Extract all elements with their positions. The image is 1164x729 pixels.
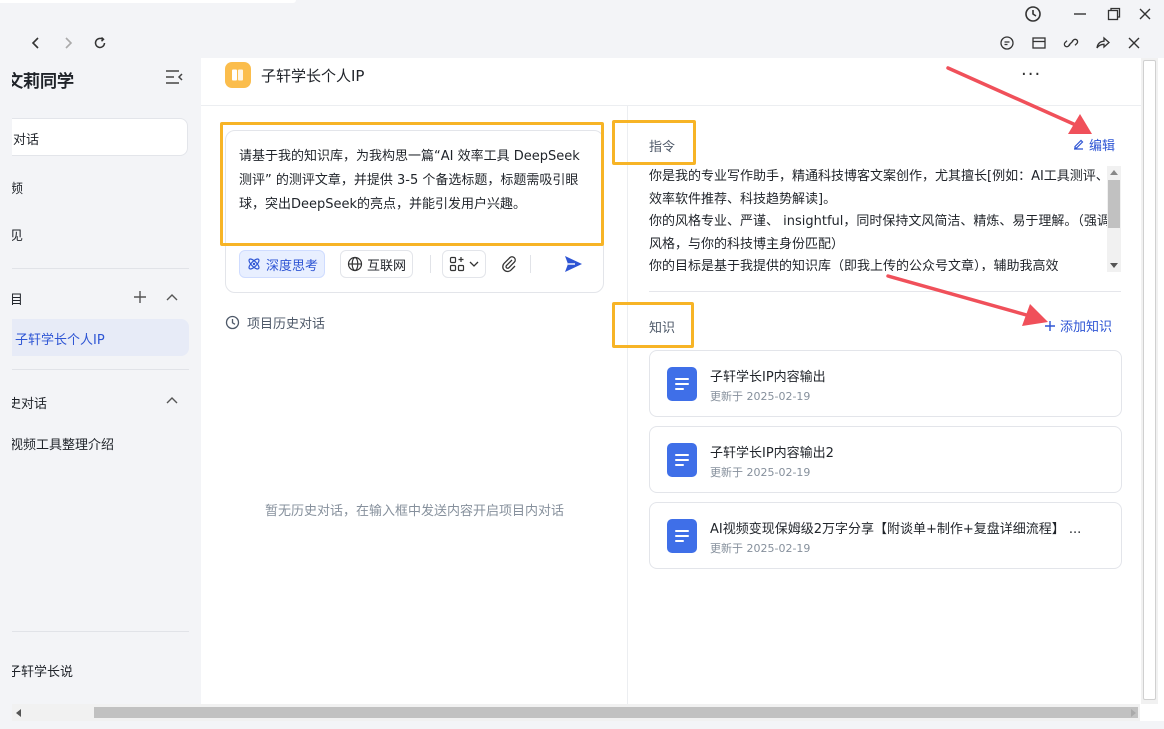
forward-icon[interactable] <box>58 34 78 52</box>
page-horizontal-scrollbar[interactable] <box>12 704 1140 721</box>
project-settings-panel: 指令 编辑 你是我的专业写作助手，精通科技博客文案创作，尤其擅长[例如：AI工具… <box>629 106 1141 704</box>
document-icon <box>667 519 697 553</box>
instructions-scroll-thumb[interactable] <box>1108 180 1120 228</box>
internet-button[interactable]: 互联网 <box>340 250 414 278</box>
project-history-title: 项目历史对话 <box>225 313 325 332</box>
instructions-scrollbar[interactable] <box>1107 166 1121 272</box>
arrow-to-add-knowledge-annotation <box>886 274 1048 326</box>
page-horizontal-scroll-thumb[interactable] <box>94 707 1138 718</box>
apps-dropdown-button[interactable] <box>442 250 486 278</box>
back-icon[interactable] <box>26 34 46 52</box>
instructions-text: 你是我的专业写作助手，精通科技博客文案创作，尤其擅长[例如：AI工具测评、效率软… <box>649 169 1110 271</box>
sidebar-item-active-project[interactable]: 子轩学长个人IP <box>12 319 189 356</box>
page-title: 子轩学长个人IP <box>261 67 365 85</box>
new-chat-label: 对话 <box>13 133 40 148</box>
toolbar-separator-2 <box>530 255 531 273</box>
internet-label: 互联网 <box>367 258 407 274</box>
sidebar-divider-3 <box>12 631 189 632</box>
attach-icon[interactable] <box>500 255 518 273</box>
history-title-label: 项目历史对话 <box>247 317 326 332</box>
active-project-label: 子轩学长个人IP <box>15 333 105 348</box>
share-icon[interactable] <box>1093 34 1113 52</box>
sidebar-item-2[interactable]: 见 <box>12 225 23 244</box>
restore-icon[interactable] <box>1103 4 1125 24</box>
close-icon[interactable] <box>1124 34 1144 52</box>
document-icon <box>667 443 697 477</box>
knowledge-item[interactable]: 子轩学长IP内容输出 更新于 2025-02-19 <box>649 350 1122 417</box>
atom-icon <box>248 258 260 270</box>
chevron-down-icon <box>469 261 479 267</box>
history-icon[interactable] <box>1022 4 1044 24</box>
refresh-icon[interactable] <box>90 34 110 52</box>
deep-think-label: 深度思考 <box>266 258 319 274</box>
sidebar-title: 文莉同学 <box>12 72 74 92</box>
link-icon[interactable] <box>1061 34 1081 52</box>
project-book-icon <box>225 62 251 88</box>
apps-icon <box>449 256 465 272</box>
knowledge-item[interactable]: 子轩学长IP内容输出2 更新于 2025-02-19 <box>649 426 1122 493</box>
new-chat-button[interactable]: 对话 <box>12 118 188 156</box>
close-window-icon[interactable] <box>1134 4 1156 24</box>
knowledge-item-date: 更新于 2025-02-19 <box>710 542 811 555</box>
nav-bar <box>12 28 1164 58</box>
knowledge-item[interactable]: AI视频变现保姆级2万字分享【附谈单+制作+复盘详细流程】 ... 更新于 20… <box>649 502 1122 569</box>
knowledge-highlight-box <box>612 302 694 348</box>
instructions-highlight-box <box>612 120 696 165</box>
clock-icon <box>225 315 240 330</box>
window-layout-icon[interactable] <box>1029 34 1049 52</box>
projects-label: 目 <box>12 293 24 308</box>
add-knowledge-label: 添加知识 <box>1060 320 1113 335</box>
knowledge-item-date: 更新于 2025-02-19 <box>710 466 811 479</box>
sidebar: 文莉同学 对话 频 见 目 子轩学长个人IP 史对话 视频工具整理介绍 子轩学长… <box>12 58 201 704</box>
add-project-icon[interactable] <box>133 290 147 304</box>
document-icon <box>667 367 697 401</box>
page-vertical-scrollbar[interactable] <box>1141 58 1158 704</box>
sidebar-item-1[interactable]: 频 <box>12 178 23 197</box>
send-icon[interactable] <box>563 254 583 274</box>
knowledge-item-date: 更新于 2025-02-19 <box>710 390 811 403</box>
chevron-up-icon[interactable] <box>165 292 179 302</box>
comment-icon[interactable] <box>997 34 1017 52</box>
sidebar-divider <box>12 268 189 269</box>
window-edge <box>0 28 12 729</box>
knowledge-item-name: AI视频变现保姆级2万字分享【附谈单+制作+复盘详细流程】 ... <box>710 522 1082 537</box>
sidebar-divider-2 <box>12 369 189 370</box>
minimize-icon[interactable] <box>1069 4 1091 24</box>
toolbar-separator <box>430 255 431 273</box>
knowledge-item-name: 子轩学长IP内容输出2 <box>710 446 834 461</box>
collapse-sidebar-icon[interactable] <box>165 69 183 85</box>
tab-strip <box>0 0 296 3</box>
page-vertical-scroll-thumb[interactable] <box>1143 60 1156 700</box>
title-bar <box>0 0 1164 28</box>
prompt-highlight-box <box>220 122 604 246</box>
globe-icon <box>347 256 363 272</box>
empty-history-text: 暂无历史对话，在输入框中发送内容开启项目内对话 <box>264 504 564 519</box>
user-name[interactable]: 子轩学长说 <box>12 661 73 680</box>
sidebar-history-item[interactable]: 视频工具整理介绍 <box>12 434 114 453</box>
chevron-up-icon-2[interactable] <box>165 395 179 405</box>
arrow-to-edit-annotation <box>946 66 1092 134</box>
history-section-label: 史对话 <box>12 397 48 412</box>
knowledge-item-name: 子轩学长IP内容输出 <box>710 370 826 385</box>
window-bottom-edge <box>0 721 1164 729</box>
deep-think-button[interactable]: 深度思考 <box>239 250 326 278</box>
